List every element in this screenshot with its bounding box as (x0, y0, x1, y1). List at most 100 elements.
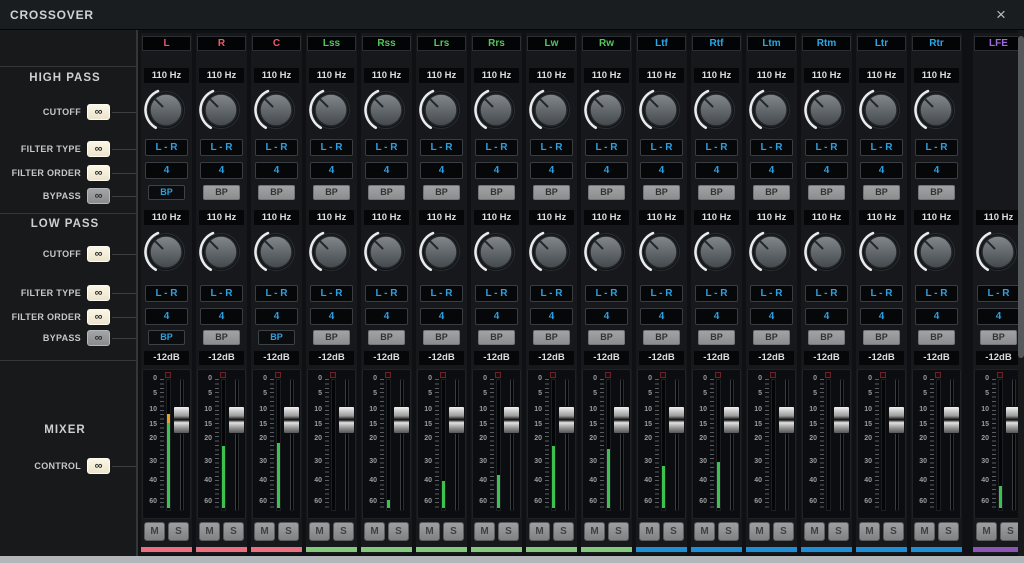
highpass-filter-type[interactable]: L - R (145, 139, 188, 156)
lowpass-cutoff-knob[interactable] (198, 229, 244, 275)
lowpass-cutoff-value[interactable]: 110 Hz (914, 210, 959, 225)
highpass-bypass-button[interactable]: BP (313, 185, 350, 200)
fader-gain-value[interactable]: -12dB (144, 351, 189, 365)
mute-button[interactable]: M (639, 522, 660, 541)
fader-handle[interactable] (448, 406, 465, 434)
fader-gain-value[interactable]: -12dB (859, 351, 904, 365)
lowpass-filter-type[interactable]: L - R (585, 285, 628, 302)
lowpass-cutoff-value[interactable]: 110 Hz (364, 210, 409, 225)
fader-handle[interactable] (503, 406, 520, 434)
highpass-cutoff-value[interactable]: 110 Hz (694, 68, 739, 83)
fader-gain-value[interactable]: -12dB (309, 351, 354, 365)
highpass-cutoff-knob[interactable] (583, 87, 629, 133)
lowpass-filter-order[interactable]: 4 (585, 308, 628, 325)
highpass-filter-type[interactable]: L - R (200, 139, 243, 156)
lowpass-filter-type[interactable]: L - R (475, 285, 518, 302)
fader-handle[interactable] (228, 406, 245, 434)
lowpass-cutoff-knob[interactable] (975, 229, 1021, 275)
lowpass-cutoff-value[interactable]: 110 Hz (804, 210, 849, 225)
solo-button[interactable]: S (608, 522, 629, 541)
highpass-filter-order[interactable]: 4 (420, 162, 463, 179)
fader-track[interactable] (840, 379, 844, 511)
highpass-filter-type[interactable]: L - R (695, 139, 738, 156)
fader-gain-value[interactable]: -12dB (254, 351, 299, 365)
lowpass-filter-order[interactable]: 4 (860, 308, 903, 325)
lowpass-cutoff-knob[interactable] (473, 229, 519, 275)
lowpass-filter-type[interactable]: L - R (977, 285, 1020, 302)
highpass-filter-type[interactable]: L - R (530, 139, 573, 156)
highpass-cutoff-value[interactable]: 110 Hz (914, 68, 959, 83)
scrollbar-thumb[interactable] (1018, 36, 1024, 358)
highpass-cutoff-knob[interactable] (638, 87, 684, 133)
highpass-filter-order[interactable]: 4 (805, 162, 848, 179)
lowpass-filter-type[interactable]: L - R (200, 285, 243, 302)
highpass-filter-order[interactable]: 4 (860, 162, 903, 179)
fader-track[interactable] (510, 379, 514, 511)
highpass-cutoff-knob[interactable] (143, 87, 189, 133)
lowpass-bypass-button[interactable]: BP (863, 330, 900, 345)
link-toggle-button[interactable]: ∞ (87, 458, 110, 474)
lowpass-cutoff-knob[interactable] (803, 229, 849, 275)
lowpass-filter-order[interactable]: 4 (255, 308, 298, 325)
highpass-bypass-button[interactable]: BP (643, 185, 680, 200)
fader-track[interactable] (895, 379, 899, 511)
lowpass-cutoff-value[interactable]: 110 Hz (254, 210, 299, 225)
highpass-cutoff-value[interactable]: 110 Hz (639, 68, 684, 83)
highpass-filter-type[interactable]: L - R (420, 139, 463, 156)
fader-handle[interactable] (778, 406, 795, 434)
fader-track[interactable] (400, 379, 404, 511)
highpass-bypass-button[interactable]: BP (368, 185, 405, 200)
lowpass-filter-order[interactable]: 4 (200, 308, 243, 325)
fader-gain-value[interactable]: -12dB (914, 351, 959, 365)
lowpass-filter-type[interactable]: L - R (365, 285, 408, 302)
highpass-cutoff-knob[interactable] (913, 87, 959, 133)
highpass-cutoff-knob[interactable] (858, 87, 904, 133)
lowpass-cutoff-value[interactable]: 110 Hz (529, 210, 574, 225)
solo-button[interactable]: S (718, 522, 739, 541)
highpass-filter-order[interactable]: 4 (530, 162, 573, 179)
lowpass-bypass-button[interactable]: BP (258, 330, 295, 345)
lowpass-cutoff-knob[interactable] (858, 229, 904, 275)
lowpass-cutoff-knob[interactable] (693, 229, 739, 275)
solo-button[interactable]: S (828, 522, 849, 541)
fader-handle[interactable] (173, 406, 190, 434)
lowpass-cutoff-value[interactable]: 110 Hz (694, 210, 739, 225)
highpass-filter-order[interactable]: 4 (200, 162, 243, 179)
highpass-bypass-button[interactable]: BP (698, 185, 735, 200)
fader-gain-value[interactable]: -12dB (529, 351, 574, 365)
fader-gain-value[interactable]: -12dB (749, 351, 794, 365)
highpass-cutoff-value[interactable]: 110 Hz (364, 68, 409, 83)
fader-handle[interactable] (888, 406, 905, 434)
highpass-bypass-button[interactable]: BP (918, 185, 955, 200)
lowpass-cutoff-value[interactable]: 110 Hz (419, 210, 464, 225)
lowpass-bypass-button[interactable]: BP (148, 330, 185, 345)
highpass-bypass-button[interactable]: BP (203, 185, 240, 200)
fader-gain-value[interactable]: -12dB (976, 351, 1021, 365)
highpass-cutoff-knob[interactable] (748, 87, 794, 133)
lowpass-filter-order[interactable]: 4 (640, 308, 683, 325)
lowpass-filter-order[interactable]: 4 (475, 308, 518, 325)
fader-gain-value[interactable]: -12dB (474, 351, 519, 365)
highpass-bypass-button[interactable]: BP (808, 185, 845, 200)
highpass-cutoff-value[interactable]: 110 Hz (749, 68, 794, 83)
solo-button[interactable]: S (333, 522, 354, 541)
lowpass-filter-order[interactable]: 4 (310, 308, 353, 325)
lowpass-filter-order[interactable]: 4 (695, 308, 738, 325)
lowpass-cutoff-value[interactable]: 110 Hz (584, 210, 629, 225)
lowpass-cutoff-value[interactable]: 110 Hz (639, 210, 684, 225)
mute-button[interactable]: M (914, 522, 935, 541)
link-toggle-button[interactable]: ∞ (87, 309, 110, 325)
lowpass-filter-type[interactable]: L - R (805, 285, 848, 302)
fader-gain-value[interactable]: -12dB (694, 351, 739, 365)
mute-button[interactable]: M (364, 522, 385, 541)
fader-handle[interactable] (723, 406, 740, 434)
lowpass-cutoff-knob[interactable] (363, 229, 409, 275)
lowpass-cutoff-knob[interactable] (143, 229, 189, 275)
lowpass-filter-order[interactable]: 4 (530, 308, 573, 325)
lowpass-bypass-button[interactable]: BP (698, 330, 735, 345)
solo-button[interactable]: S (553, 522, 574, 541)
highpass-cutoff-knob[interactable] (363, 87, 409, 133)
highpass-filter-type[interactable]: L - R (640, 139, 683, 156)
highpass-filter-type[interactable]: L - R (310, 139, 353, 156)
lowpass-cutoff-value[interactable]: 110 Hz (199, 210, 244, 225)
